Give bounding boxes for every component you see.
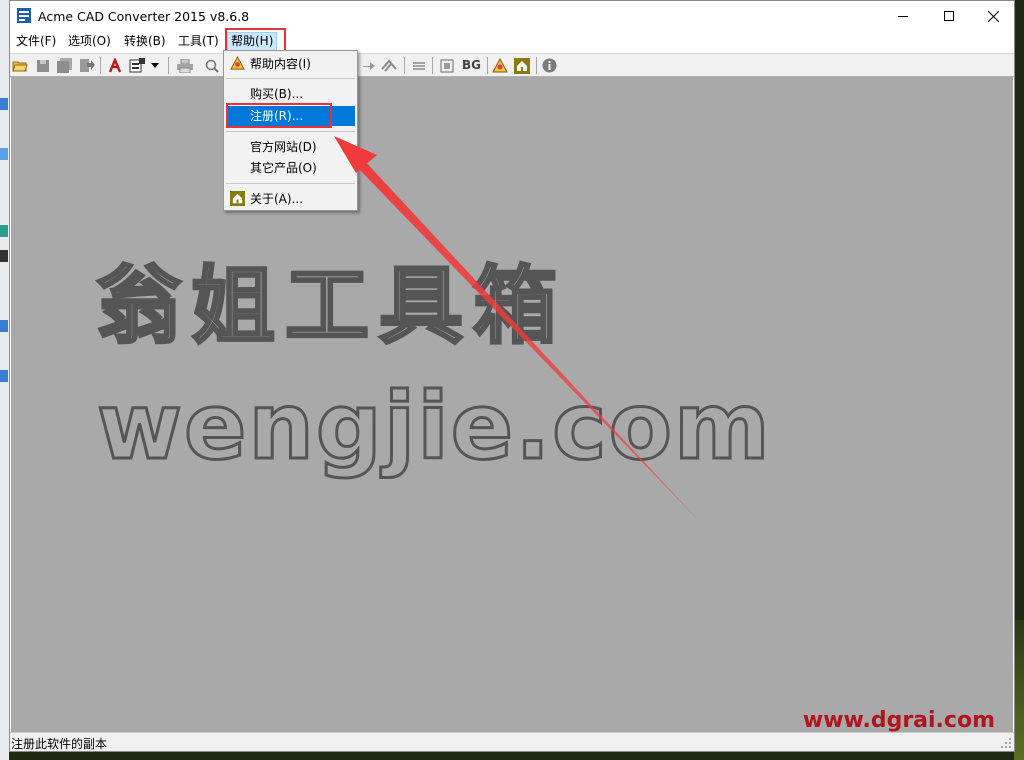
- convert-pdf-button[interactable]: [106, 57, 123, 74]
- window-title: Acme CAD Converter 2015 v8.6.8: [38, 9, 250, 24]
- menu-item-label: 官方网站(D): [250, 140, 317, 154]
- menu-item-register[interactable]: 注册(R)...: [226, 106, 355, 126]
- toolbar-separator: [536, 57, 537, 74]
- toolbar-separator: [168, 57, 169, 74]
- menu-file[interactable]: 文件(F): [13, 33, 59, 50]
- drawing-canvas[interactable]: 翁姐工具箱 wengjie.com www.dgrai.com: [11, 77, 1013, 733]
- maximize-icon: [944, 11, 954, 21]
- frame-icon: [440, 59, 453, 72]
- background-color-button[interactable]: BG: [462, 58, 481, 72]
- title-bar[interactable]: Acme CAD Converter 2015 v8.6.8: [10, 1, 1014, 31]
- status-text: 注册此软件的副本: [11, 737, 108, 751]
- save-icon: [36, 59, 49, 72]
- app-window: Acme CAD Converter 2015 v8.6.8 文件(F) 选项(…: [9, 0, 1015, 752]
- menu-item-about[interactable]: 关于(A)...: [226, 189, 355, 209]
- menu-item-label: 购买(B)...: [250, 87, 304, 101]
- desktop-left-edge: [0, 0, 9, 760]
- menu-separator: [226, 131, 355, 132]
- maximize-button[interactable]: [926, 1, 972, 31]
- home-icon: [230, 191, 245, 206]
- help-toolbar-button[interactable]: [491, 57, 508, 74]
- chevron-down-icon: [151, 63, 159, 68]
- watermark-chinese: 翁姐工具箱: [95, 256, 568, 357]
- about-toolbar-button[interactable]: [541, 57, 558, 74]
- tool-button-b[interactable]: [380, 57, 397, 74]
- menu-item-label: 帮助内容(I): [250, 57, 311, 71]
- desktop-right-edge: [1014, 620, 1024, 760]
- layers-button[interactable]: [410, 57, 427, 74]
- zoom-button[interactable]: [205, 57, 219, 74]
- help-contents-icon: [491, 57, 508, 72]
- export-icon: [79, 59, 95, 72]
- toolbar-separator: [404, 57, 405, 74]
- frame-button[interactable]: [438, 57, 455, 74]
- pdf-icon: [108, 57, 121, 72]
- toolbar-separator: [432, 57, 433, 74]
- toolbar-separator: [487, 57, 488, 74]
- info-icon: [542, 58, 557, 73]
- close-button[interactable]: [970, 1, 1016, 31]
- print-icon: [176, 58, 193, 73]
- home-toolbar-button[interactable]: [513, 57, 530, 74]
- menu-item-label: 注册(R)...: [250, 109, 304, 123]
- minimize-button[interactable]: [880, 1, 926, 31]
- menu-item-official-website[interactable]: 官方网站(D): [226, 137, 355, 157]
- minimize-icon: [898, 16, 908, 17]
- tool-button-a[interactable]: [359, 57, 376, 74]
- layers-tool-icon: [380, 58, 397, 72]
- resize-grip-icon[interactable]: [1000, 737, 1012, 749]
- app-icon: [17, 8, 31, 23]
- open-button[interactable]: [11, 57, 28, 74]
- batch-dropdown[interactable]: [149, 57, 161, 74]
- menu-item-help-contents[interactable]: 帮助内容(I): [226, 54, 355, 74]
- zoom-icon: [205, 59, 219, 73]
- toolbar: BG: [10, 53, 1014, 77]
- brand-watermark: www.dgrai.com: [802, 708, 995, 733]
- save-all-icon: [56, 58, 72, 73]
- menu-item-other-products[interactable]: 其它产品(O): [226, 158, 355, 178]
- help-dropdown-menu: 帮助内容(I) 购买(B)... 注册(R)... 官方网站(D) 其它产品(O…: [223, 50, 358, 211]
- print-button[interactable]: [176, 57, 193, 74]
- close-icon: [987, 10, 999, 22]
- toolbar-separator: [100, 57, 101, 74]
- home-icon: [513, 57, 530, 74]
- folder-open-icon: [11, 61, 28, 71]
- menu-options[interactable]: 选项(O): [65, 33, 114, 50]
- menu-help[interactable]: 帮助(H): [227, 32, 278, 51]
- menu-bar: 文件(F) 选项(O) 转换(B) 工具(T) 帮助(H): [10, 31, 1014, 52]
- menu-item-label: 其它产品(O): [250, 161, 317, 175]
- menu-separator: [226, 78, 355, 79]
- help-contents-icon: [230, 56, 245, 70]
- save-all-button[interactable]: [56, 57, 73, 74]
- export-button[interactable]: [78, 57, 95, 74]
- status-bar: 注册此软件的副本: [10, 732, 1014, 751]
- menu-separator: [226, 183, 355, 184]
- batch-convert-icon: [129, 57, 145, 72]
- watermark-english: wengjie.com: [96, 372, 772, 482]
- menu-item-purchase[interactable]: 购买(B)...: [226, 84, 355, 104]
- arrow-tool-icon: [362, 61, 375, 70]
- menu-tools[interactable]: 工具(T): [175, 33, 222, 50]
- menu-item-label: 关于(A)...: [250, 192, 304, 206]
- layers-icon: [412, 61, 425, 70]
- save-button[interactable]: [34, 57, 51, 74]
- menu-convert[interactable]: 转换(B): [121, 33, 169, 50]
- batch-convert-button[interactable]: [129, 57, 146, 74]
